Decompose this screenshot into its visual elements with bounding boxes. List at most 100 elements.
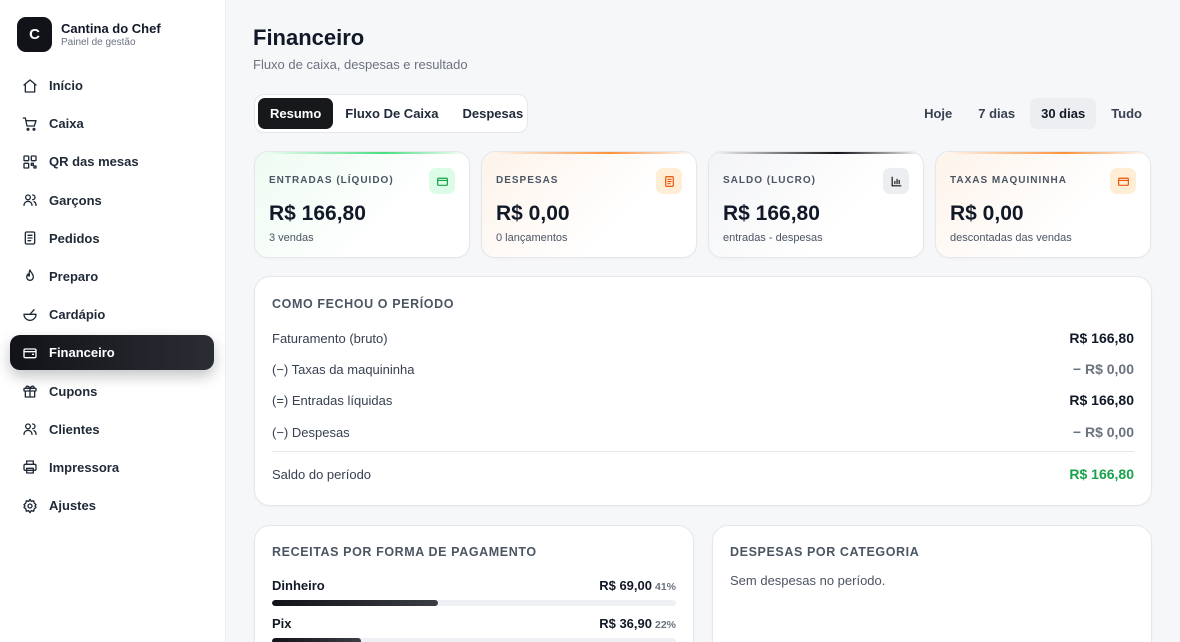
expenses-by-category-panel: DESPESAS POR CATEGORIA Sem despesas no p…: [712, 525, 1152, 642]
sidebar-item-pedidos[interactable]: Pedidos: [10, 221, 214, 256]
row-value: R$ 166,80: [1069, 392, 1134, 408]
sidebar-item-label: QR das mesas: [49, 154, 139, 170]
sidebar-item-clientes[interactable]: Clientes: [10, 412, 214, 447]
sidebar: C Cantina do Chef Painel de gestão Iníci…: [0, 0, 226, 642]
payment-percent: 22%: [654, 619, 676, 631]
sidebar-item-label: Financeiro: [49, 345, 115, 361]
card-accent-line: [482, 152, 696, 154]
row-label: (−) Taxas da maquininha: [272, 361, 415, 377]
kpi-label: TAXAS MAQUININHA: [950, 175, 1067, 186]
sidebar-item-financeiro[interactable]: Financeiro: [10, 335, 214, 371]
sidebar-item-label: Preparo: [49, 268, 99, 284]
panel-title: RECEITAS POR FORMA DE PAGAMENTO: [272, 545, 537, 559]
payment-name: Pix: [272, 616, 292, 631]
period-summary-panel: COMO FECHOU O PERÍODO Faturamento (bruto…: [254, 276, 1152, 506]
receipt-icon: [656, 168, 682, 194]
summary-row-entradas: (=) Entradas líquidas R$ 166,80: [272, 390, 1134, 410]
kpi-label: DESPESAS: [496, 175, 559, 186]
row-value: R$ 166,80: [1069, 466, 1134, 482]
sidebar-item-label: Garçons: [49, 192, 102, 208]
kpi-label: SALDO (LUCRO): [723, 175, 816, 186]
panel-title: COMO FECHOU O PERÍODO: [272, 297, 455, 311]
gift-icon: [23, 385, 37, 398]
card-accent-line: [255, 152, 469, 154]
sidebar-item-garcons[interactable]: Garçons: [10, 183, 214, 218]
home-icon: [23, 78, 37, 93]
period-7-dias[interactable]: 7 dias: [967, 98, 1026, 129]
kpi-note: 3 vendas: [269, 232, 314, 244]
brand-logo: C: [17, 17, 52, 52]
period-30-dias[interactable]: 30 dias: [1030, 98, 1097, 129]
page-title: Financeiro: [253, 25, 365, 50]
kpi-card-taxas: TAXAS MAQUININHA R$ 0,00 descontadas das…: [935, 151, 1151, 258]
panel-title: DESPESAS POR CATEGORIA: [730, 545, 920, 559]
sidebar-item-label: Início: [49, 78, 83, 93]
payment-bar-track: [272, 638, 676, 642]
sidebar-item-qr-das-mesas[interactable]: QR das mesas: [10, 144, 214, 179]
bowl-icon: [23, 308, 37, 321]
wallet-icon: [23, 348, 37, 359]
main-content: Financeiro Fluxo de caixa, despesas e re…: [226, 0, 1180, 642]
divider: [272, 451, 1134, 452]
sidebar-item-label: Caixa: [49, 116, 84, 132]
summary-row-saldo: Saldo do período R$ 166,80: [272, 464, 1134, 484]
brand[interactable]: C Cantina do Chef Painel de gestão: [17, 17, 161, 52]
row-label: Faturamento (bruto): [272, 330, 388, 346]
kpi-value: R$ 166,80: [269, 202, 366, 225]
summary-row-despesas: (−) Despesas − R$ 0,00: [272, 422, 1134, 442]
payment-bar-fill: [272, 638, 361, 642]
sidebar-item-ajustes[interactable]: Ajustes: [10, 488, 214, 523]
sidebar-item-label: Impressora: [49, 459, 120, 475]
chart-icon: [883, 168, 909, 194]
payment-bar-track: [272, 600, 676, 606]
view-tabs: Resumo Fluxo De Caixa Despesas: [254, 94, 528, 133]
row-label: Saldo do período: [272, 466, 372, 482]
users-icon: [23, 423, 37, 436]
gear-icon: [23, 498, 37, 513]
period-filter: Hoje 7 dias 30 dias Tudo: [909, 98, 1153, 129]
row-label: (−) Despesas: [272, 424, 350, 440]
sidebar-item-label: Cardápio: [49, 307, 106, 323]
summary-row-faturamento: Faturamento (bruto) R$ 166,80: [272, 328, 1134, 348]
card-accent-line: [709, 152, 923, 154]
kpi-value: R$ 0,00: [950, 202, 1024, 225]
empty-state: Sem despesas no período.: [730, 573, 886, 588]
tab-despesas[interactable]: Despesas: [451, 98, 536, 129]
kpi-card-despesas: DESPESAS R$ 0,00 0 lançamentos: [481, 151, 697, 258]
row-label: (=) Entradas líquidas: [272, 392, 393, 408]
printer-icon: [23, 460, 37, 475]
sidebar-nav: Início Caixa QR das mesas Garçons Pedido…: [10, 68, 214, 526]
sidebar-item-label: Pedidos: [49, 230, 100, 246]
sidebar-item-label: Ajustes: [49, 498, 96, 514]
kpi-note: descontadas das vendas: [950, 232, 1072, 244]
kpi-value: R$ 0,00: [496, 202, 570, 225]
sidebar-item-preparo[interactable]: Preparo: [10, 259, 214, 294]
cart-icon: [22, 117, 37, 131]
brand-subtitle: Painel de gestão: [61, 36, 136, 48]
receipt-icon: [24, 231, 36, 245]
sidebar-item-label: Cupons: [49, 383, 98, 399]
card-icon: [1110, 168, 1136, 194]
tab-fluxo-de-caixa[interactable]: Fluxo De Caixa: [333, 98, 450, 129]
payment-row-dinheiro: Dinheiro R$ 69,00 41%: [272, 577, 676, 606]
kpi-card-entradas: ENTRADAS (LÍQUIDO) R$ 166,80 3 vendas: [254, 151, 470, 258]
row-value: R$ 166,80: [1069, 330, 1134, 346]
sidebar-item-cardapio[interactable]: Cardápio: [10, 297, 214, 332]
wallet-icon: [429, 168, 455, 194]
sidebar-item-cupons[interactable]: Cupons: [10, 374, 214, 409]
sidebar-item-inicio[interactable]: Início: [10, 68, 214, 103]
payment-amount: R$ 69,00: [599, 578, 652, 593]
tab-resumo[interactable]: Resumo: [258, 98, 334, 129]
kpi-label: ENTRADAS (LÍQUIDO): [269, 175, 394, 186]
sidebar-item-impressora[interactable]: Impressora: [10, 450, 214, 485]
period-hoje[interactable]: Hoje: [913, 98, 963, 129]
row-value: − R$ 0,00: [1072, 424, 1134, 440]
card-accent-line: [936, 152, 1150, 154]
kpi-value: R$ 166,80: [723, 202, 820, 225]
payment-percent: 41%: [654, 581, 676, 593]
period-tudo[interactable]: Tudo: [1100, 98, 1153, 129]
kpi-note: entradas - despesas: [723, 232, 823, 244]
users-icon: [23, 194, 37, 207]
sidebar-item-caixa[interactable]: Caixa: [10, 106, 214, 141]
sidebar-item-label: Clientes: [49, 421, 100, 437]
